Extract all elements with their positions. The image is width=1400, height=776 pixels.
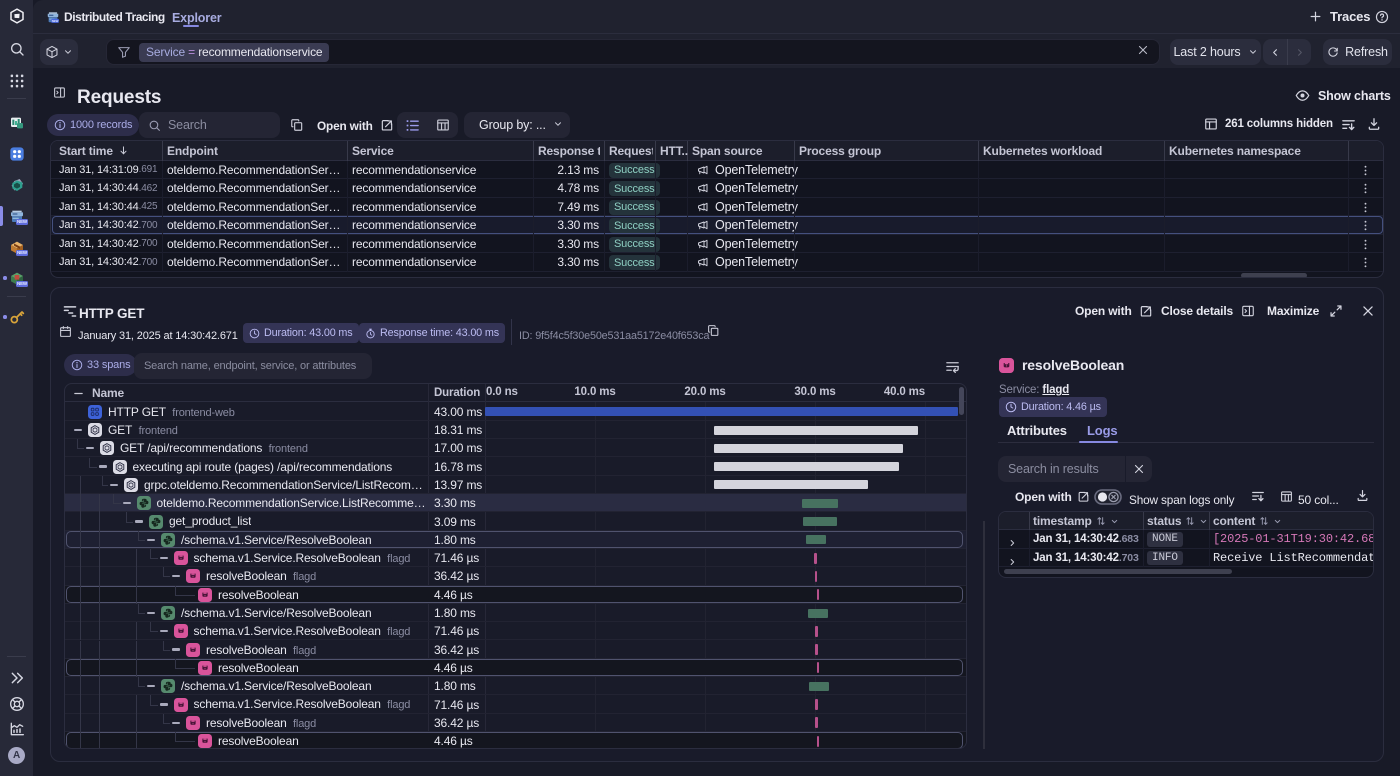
svg-text:NEW: NEW	[52, 19, 59, 23]
